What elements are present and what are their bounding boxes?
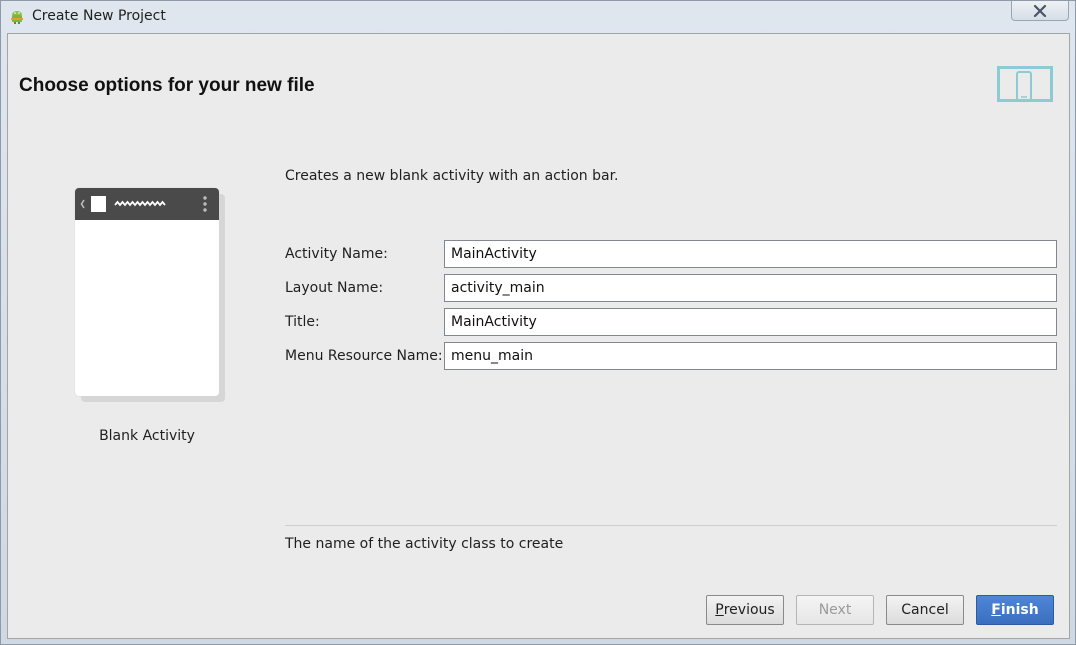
title-input[interactable] [444,308,1057,336]
overflow-menu-icon [203,196,207,200]
menu-resource-name-input[interactable] [444,342,1057,370]
menu-resource-name-row: Menu Resource Name: [285,342,1057,370]
layout-name-row: Layout Name: [285,274,1057,302]
android-studio-icon [9,9,25,25]
template-description: Creates a new blank activity with an act… [285,168,619,184]
previous-button[interactable]: Previous [706,595,784,625]
action-bar-preview [75,188,219,220]
next-button[interactable]: Next [796,595,874,625]
app-logo-placeholder [91,196,106,212]
field-help-text: The name of the activity class to create [285,536,564,552]
title-row: Title: [285,308,1057,336]
phone-thumbnail [75,188,219,396]
title-bar[interactable]: Create New Project [1,1,1075,33]
title-label: Title: [285,314,320,330]
activity-name-row: Activity Name: [285,240,1057,268]
divider [285,525,1057,526]
template-preview [75,188,219,396]
layout-name-input[interactable] [444,274,1057,302]
back-arrow-icon [80,199,85,209]
header-panel: Choose options for your new file [8,34,1069,126]
layout-name-label: Layout Name: [285,280,384,296]
activity-name-input[interactable] [444,240,1057,268]
finish-button[interactable]: Finish [976,595,1054,625]
close-icon [1033,4,1047,17]
title-squiggle [114,200,166,207]
window-title: Create New Project [32,8,166,24]
cancel-button[interactable]: Cancel [886,595,964,625]
page-title: Choose options for your new file [19,75,315,96]
template-name: Blank Activity [99,428,195,444]
dialog-content: Choose options for your new file Blank A… [7,33,1070,639]
dialog-window: Create New Project Choose options for yo… [0,0,1076,645]
menu-resource-name-label: Menu Resource Name: [285,348,443,364]
activity-name-label: Activity Name: [285,246,388,262]
close-button[interactable] [1011,1,1069,21]
device-form-factor-icon [997,66,1053,108]
